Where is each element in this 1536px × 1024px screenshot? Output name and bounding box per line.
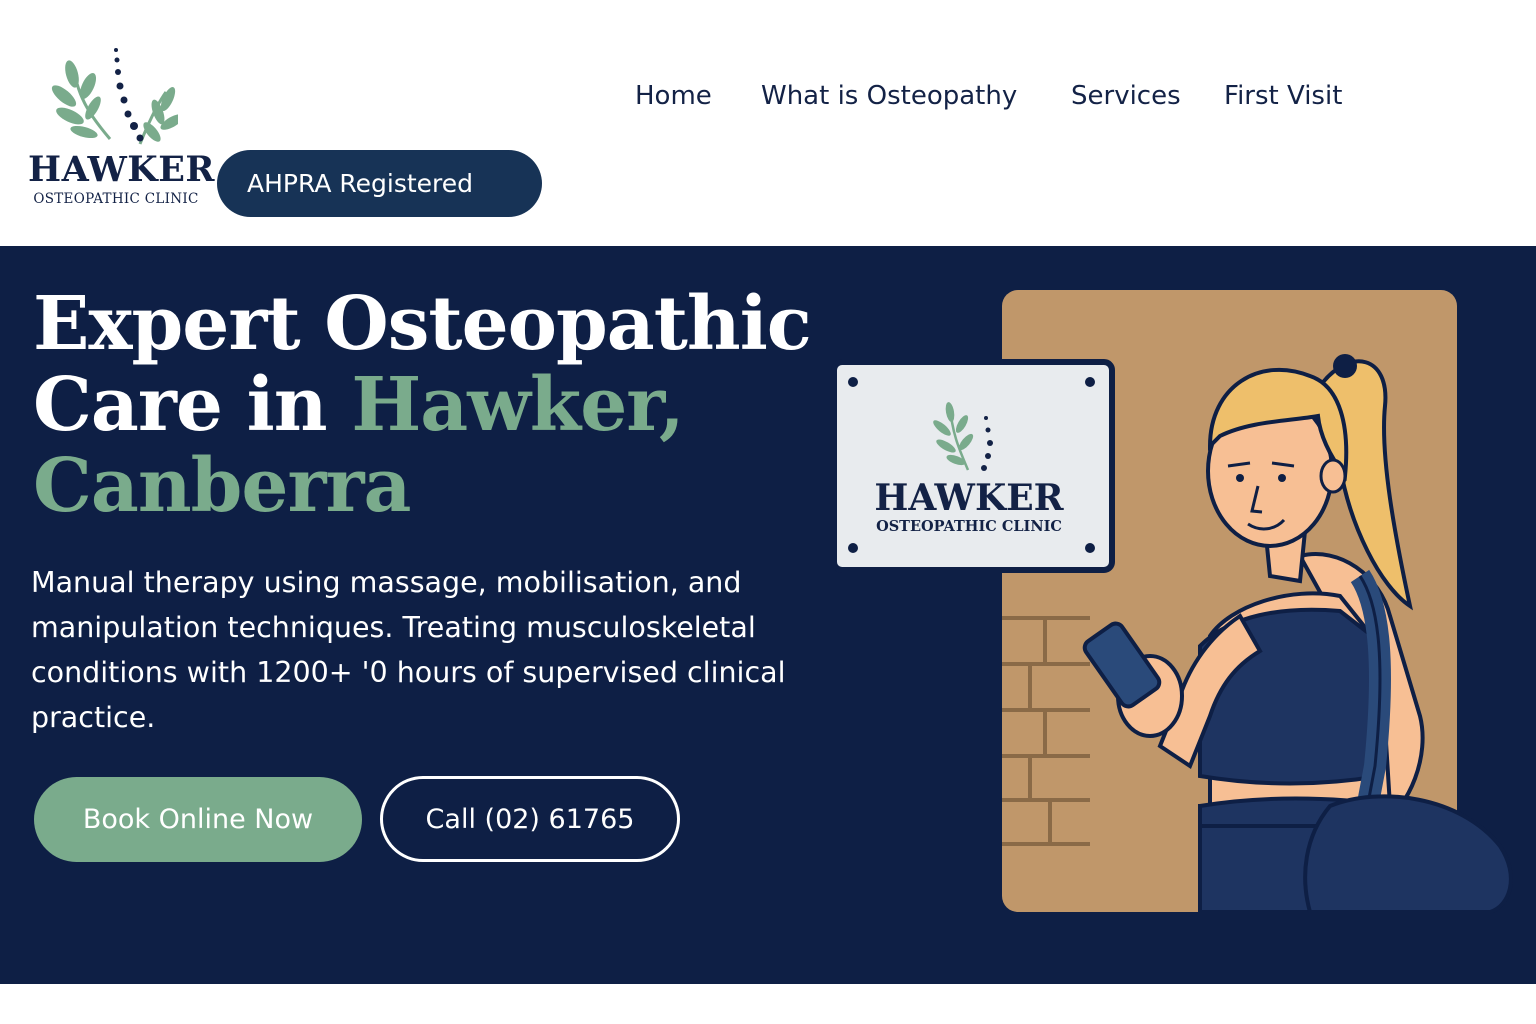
headline-line-1: Expert Osteopathic bbox=[33, 281, 812, 367]
headline-line-2: Care in bbox=[33, 362, 352, 448]
hero-description: Manual therapy using massage, mobilisati… bbox=[31, 566, 786, 734]
plaque-subtitle: OSTEOPATHIC CLINIC bbox=[876, 518, 1062, 535]
nav-link-services[interactable]: Services bbox=[1071, 78, 1181, 114]
main-navigation: Home What is Osteopathy Services First V… bbox=[0, 78, 1536, 118]
call-phone-button[interactable]: Call (02) 61765 bbox=[380, 776, 680, 862]
logo-subtitle: OSTEOPATHIC CLINIC bbox=[33, 191, 199, 207]
hero-headline: Expert Osteopathic Care in Hawker, Canbe… bbox=[33, 284, 813, 527]
headline-accent-canberra: Canberra bbox=[33, 443, 411, 529]
clinic-logo[interactable]: HAWKER OSTEOPATHIC CLINIC bbox=[26, 44, 215, 209]
nav-link-home[interactable]: Home bbox=[635, 78, 712, 114]
page-bottom-strip bbox=[0, 984, 1536, 1024]
hero-illustration bbox=[831, 290, 1513, 914]
nav-link-first-visit[interactable]: First Visit bbox=[1224, 78, 1342, 114]
plaque-title: HAWKER bbox=[874, 477, 1064, 519]
logo-title: HAWKER bbox=[28, 149, 215, 190]
book-online-button[interactable]: Book Online Now bbox=[34, 777, 362, 862]
nav-link-what-is-osteopathy[interactable]: What is Osteopathy bbox=[761, 78, 1017, 114]
hero-section: Expert Osteopathic Care in Hawker, Canbe… bbox=[0, 246, 1536, 984]
ahpra-registered-badge[interactable]: AHPRA Registered bbox=[217, 150, 542, 217]
headline-accent-hawker: Hawker, bbox=[351, 362, 684, 448]
site-header: HAWKER OSTEOPATHIC CLINIC AHPRA Register… bbox=[0, 0, 1536, 246]
